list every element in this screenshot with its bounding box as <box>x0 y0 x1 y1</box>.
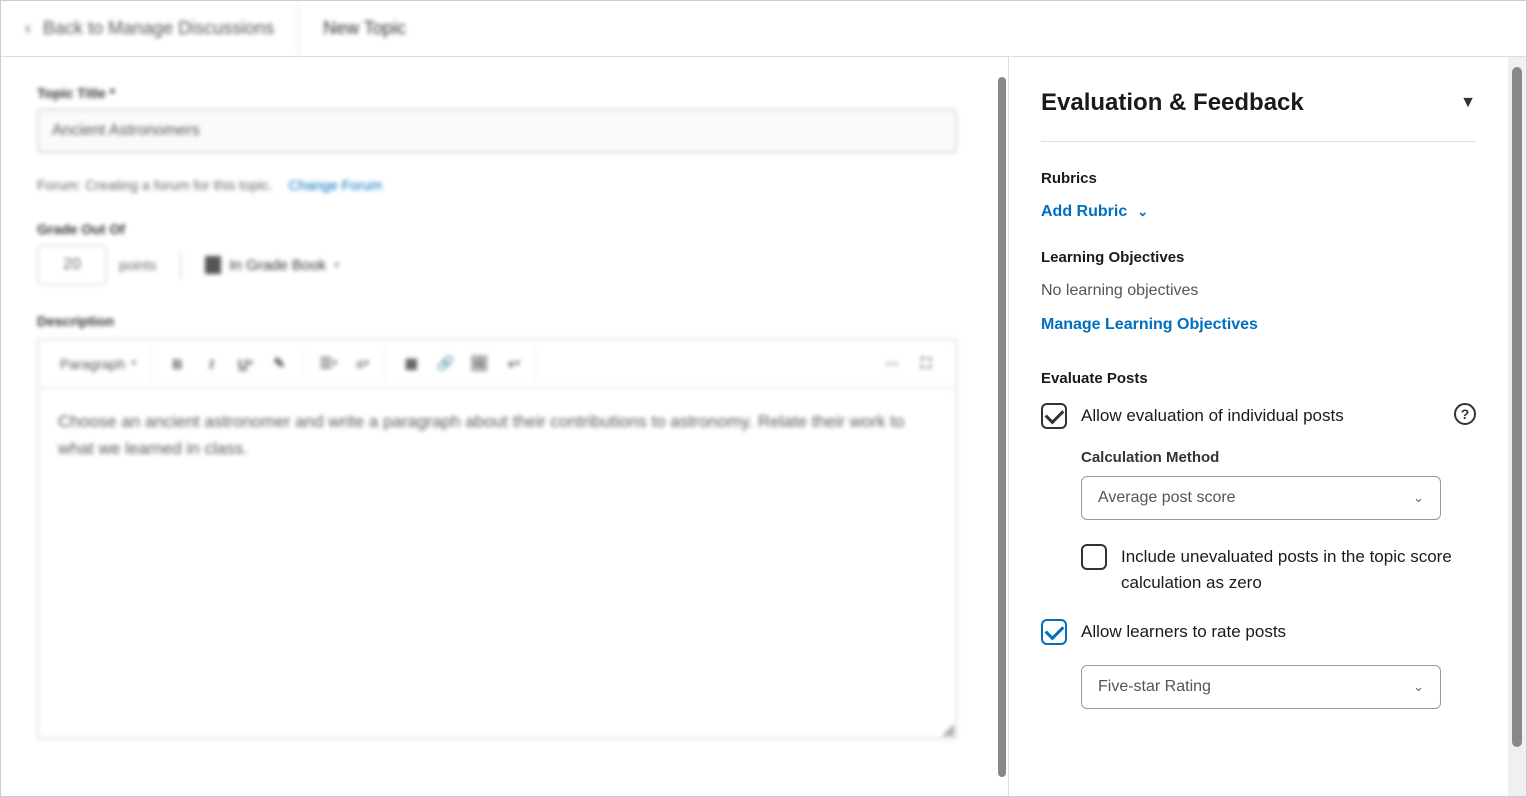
forum-info-line: Forum: Creating a forum for this topic. … <box>37 177 970 193</box>
points-input[interactable] <box>37 245 107 285</box>
grade-out-of-label: Grade Out Of <box>37 221 970 237</box>
underline-button[interactable]: U▾ <box>229 348 261 380</box>
chevron-down-icon: ⌄ <box>1413 490 1424 506</box>
points-suffix: points <box>119 257 156 273</box>
divider <box>180 251 181 279</box>
side-scrollbar-track[interactable] <box>1508 57 1526 796</box>
forum-text: Forum: Creating a forum for this topic. <box>37 177 273 193</box>
in-gradebook-dropdown[interactable]: In Grade Book ▾ <box>205 256 339 274</box>
image-button[interactable]: 🖼 <box>463 348 495 380</box>
back-label: Back to Manage Discussions <box>43 18 274 39</box>
editor-toolbar: Paragraph ▾ B I U▾ ✎ ☰▾ ≡▾ <box>38 340 956 388</box>
evaluate-posts-label: Evaluate Posts <box>1041 370 1476 387</box>
more-actions-button[interactable]: ⋯ <box>876 348 908 380</box>
topic-title-label: Topic Title * <box>37 85 970 101</box>
allow-evaluation-label: Allow evaluation of individual posts <box>1081 403 1440 429</box>
list-button[interactable]: ≡▾ <box>346 348 378 380</box>
allow-evaluation-checkbox[interactable] <box>1041 403 1067 429</box>
allow-rate-checkbox[interactable] <box>1041 619 1067 645</box>
italic-button[interactable]: I <box>195 348 227 380</box>
insert-button[interactable]: ▦ <box>395 348 427 380</box>
rating-scheme-select[interactable]: Five-star Rating ⌄ <box>1081 665 1441 709</box>
description-label: Description <box>37 313 970 329</box>
chevron-down-icon: ▾ <box>131 358 136 369</box>
main-panel: Topic Title * Forum: Creating a forum fo… <box>1 57 998 796</box>
topic-title-input[interactable] <box>37 109 957 153</box>
include-unevaluated-label: Include unevaluated posts in the topic s… <box>1121 544 1476 595</box>
gradebook-label: In Grade Book <box>229 257 326 274</box>
chevron-down-icon: ▾ <box>334 260 339 271</box>
learning-objectives-label: Learning Objectives <box>1041 249 1476 266</box>
chevron-down-icon: ⌄ <box>1137 204 1148 220</box>
include-unevaluated-checkbox[interactable] <box>1081 544 1107 570</box>
collapse-panel-button[interactable]: ▼ <box>1460 94 1476 112</box>
color-button[interactable]: ✎ <box>263 348 295 380</box>
page-heading: New Topic <box>299 18 430 39</box>
header-bar: ‹ Back to Manage Discussions New Topic <box>1 1 1526 57</box>
rubrics-label: Rubrics <box>1041 170 1476 187</box>
help-icon[interactable]: ? <box>1454 403 1476 425</box>
gradebook-icon <box>205 256 221 274</box>
back-to-manage-link[interactable]: ‹ Back to Manage Discussions <box>1 1 299 56</box>
main-scrollbar[interactable] <box>998 57 1008 796</box>
allow-rate-label: Allow learners to rate posts <box>1081 619 1476 645</box>
fullscreen-button[interactable]: ⛶ <box>910 348 942 380</box>
side-scrollbar-thumb[interactable] <box>1512 67 1522 747</box>
chevron-down-icon: ⌄ <box>1413 679 1424 695</box>
side-panel: Evaluation & Feedback ▼ Rubrics Add Rubr… <box>1008 57 1508 796</box>
resize-handle[interactable] <box>940 722 954 736</box>
chevron-left-icon: ‹ <box>25 18 31 39</box>
link-button[interactable]: 🔗 <box>429 348 461 380</box>
no-objectives-text: No learning objectives <box>1041 282 1476 300</box>
calculation-method-label: Calculation Method <box>1081 449 1476 466</box>
side-panel-title: Evaluation & Feedback <box>1041 89 1304 117</box>
calculation-method-select[interactable]: Average post score ⌄ <box>1081 476 1441 520</box>
change-forum-link[interactable]: Change Forum <box>289 177 382 193</box>
more-insert-button[interactable]: +▾ <box>497 348 529 380</box>
bold-button[interactable]: B <box>161 348 193 380</box>
manage-objectives-link[interactable]: Manage Learning Objectives <box>1041 316 1258 334</box>
paragraph-style-select[interactable]: Paragraph ▾ <box>52 356 144 372</box>
align-button[interactable]: ☰▾ <box>312 348 344 380</box>
add-rubric-button[interactable]: Add Rubric ⌄ <box>1041 203 1148 221</box>
editor-content[interactable]: Choose an ancient astronomer and write a… <box>38 388 956 482</box>
description-editor: Paragraph ▾ B I U▾ ✎ ☰▾ ≡▾ <box>37 339 957 739</box>
